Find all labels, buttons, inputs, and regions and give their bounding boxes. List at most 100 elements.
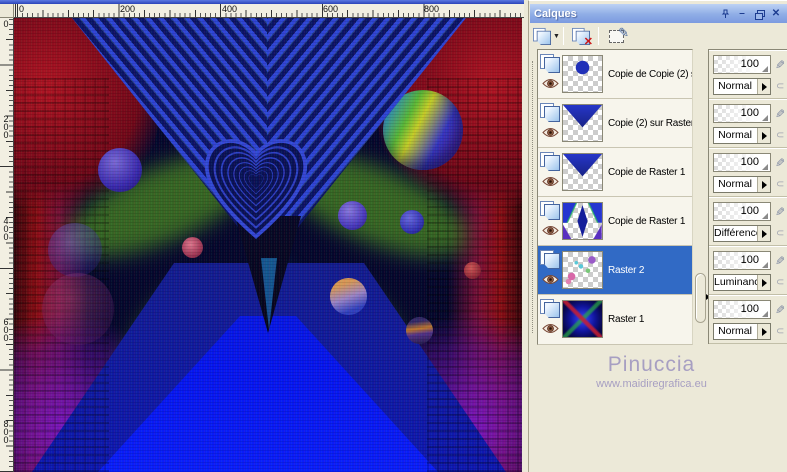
blend-dropdown-arrow[interactable] [757, 226, 770, 241]
layer-props-list: 100 ✎ Normal ⊂ 100 ✎ Normal ⊂ 100 ✎ Norm… [708, 49, 787, 344]
horizontal-ruler[interactable]: 0 200 400 600 800 [14, 4, 524, 18]
new-layer-button[interactable]: ▼ [533, 25, 560, 47]
restore-button[interactable] [752, 7, 766, 20]
layer-row[interactable]: Raster 1 [538, 295, 692, 344]
ruler-label: 400 [222, 4, 238, 14]
ruler-label: 200 [1, 114, 11, 138]
brush-lock-icon[interactable]: ✎ [775, 205, 785, 219]
opacity-value: 100 [740, 303, 759, 315]
blend-mode-value: Différence [714, 227, 762, 239]
blend-mode-value: Normal [718, 325, 752, 337]
toolbar-separator [598, 27, 599, 45]
ruler-label: 200 [120, 4, 136, 14]
visibility-eye-icon[interactable] [541, 176, 559, 187]
raster-layer-icon [540, 299, 560, 318]
horizontal-ruler-ticks [14, 4, 524, 17]
opacity-value: 100 [740, 107, 759, 119]
opacity-value: 100 [740, 156, 759, 168]
layer-thumbnail[interactable] [562, 153, 603, 191]
opacity-grip-icon[interactable] [762, 213, 768, 219]
layer-prop-row: 100 ✎ Luminance ⊂ [709, 246, 787, 295]
link-icon: ⊂ [776, 179, 785, 190]
layer-icon-column [538, 246, 562, 294]
blend-dropdown-arrow[interactable] [757, 177, 770, 192]
layer-row[interactable]: Copie de Raster 1 [538, 148, 692, 197]
chevron-down-icon: ▼ [553, 32, 560, 40]
opacity-grip-icon[interactable] [762, 311, 768, 317]
brush-lock-icon[interactable]: ✎ [775, 58, 785, 72]
pin-button[interactable] [718, 7, 732, 20]
layer-row[interactable]: Copie (2) sur Raster 1 [538, 99, 692, 148]
palette-toolbar: ▼ ✕ ✎ [530, 23, 787, 49]
watermark-name: Pinuccia [607, 353, 696, 376]
blend-mode-dropdown[interactable]: Normal [713, 78, 771, 95]
panel-splitter-handle[interactable] [695, 273, 706, 323]
blend-dropdown-arrow[interactable] [757, 324, 770, 339]
layer-thumbnail[interactable] [562, 251, 603, 289]
minimize-button[interactable]: – [735, 7, 749, 20]
brush-lock-icon[interactable]: ✎ [775, 254, 785, 268]
layer-tree-line [532, 61, 533, 333]
raster-layer-icon [540, 103, 560, 122]
layer-row[interactable]: Copie de Raster 1 [538, 197, 692, 246]
blend-dropdown-arrow[interactable] [757, 275, 770, 290]
ruler-label: 600 [323, 4, 339, 14]
visibility-eye-icon[interactable] [541, 127, 559, 138]
layer-name: Copie de Raster 1 [608, 166, 686, 178]
brush-lock-icon[interactable]: ✎ [775, 107, 785, 121]
opacity-slider[interactable]: 100 [713, 251, 771, 270]
ruler-label: 800 [1, 419, 11, 443]
opacity-grip-icon[interactable] [762, 66, 768, 72]
brush-lock-icon[interactable]: ✎ [775, 303, 785, 317]
opacity-value: 100 [740, 58, 759, 70]
link-icon: ⊂ [776, 130, 785, 141]
layer-name: Copie de Raster 1 [608, 215, 686, 227]
blend-mode-dropdown[interactable]: Normal [713, 127, 771, 144]
visibility-eye-icon[interactable] [541, 225, 559, 236]
layer-thumbnail[interactable] [562, 55, 603, 93]
visibility-eye-icon[interactable] [541, 78, 559, 89]
opacity-slider[interactable]: 100 [713, 300, 771, 319]
layer-thumbnail[interactable] [562, 104, 603, 142]
opacity-slider[interactable]: 100 [713, 202, 771, 221]
opacity-slider[interactable]: 100 [713, 55, 771, 74]
layer-row[interactable]: Raster 2 [538, 246, 692, 295]
ruler-label: 600 [1, 317, 11, 341]
opacity-grip-icon[interactable] [762, 115, 768, 121]
raster-layer-icon [540, 250, 560, 269]
layer-prop-row: 100 ✎ Normal ⊂ [709, 99, 787, 148]
layer-icon-column [538, 148, 562, 196]
layer-prop-row: 100 ✎ Différence ⊂ [709, 197, 787, 246]
layer-name: Raster 1 [608, 314, 645, 325]
layers-palette: Calques – ✕ ▼ ✕ ✎ Copie de Copie (2) su … [528, 0, 787, 472]
link-icon: ⊂ [776, 277, 785, 288]
blend-mode-dropdown[interactable]: Différence [713, 225, 771, 242]
visibility-eye-icon[interactable] [541, 323, 559, 334]
layer-thumbnail[interactable] [562, 202, 603, 240]
visibility-eye-icon[interactable] [541, 274, 559, 285]
layer-thumbnail[interactable] [562, 300, 603, 338]
blend-dropdown-arrow[interactable] [757, 128, 770, 143]
blend-mode-dropdown[interactable]: Normal [713, 323, 771, 340]
blend-mode-dropdown[interactable]: Luminance [713, 274, 771, 291]
blend-dropdown-arrow[interactable] [757, 79, 770, 94]
opacity-grip-icon[interactable] [762, 262, 768, 268]
image-window: 0 200 400 600 800 0 200 400 600 800 [0, 0, 524, 472]
link-icon: ⊂ [776, 326, 785, 337]
close-button[interactable]: ✕ [769, 7, 783, 20]
opacity-grip-icon[interactable] [762, 164, 768, 170]
blend-mode-dropdown[interactable]: Normal [713, 176, 771, 193]
opacity-slider[interactable]: 100 [713, 153, 771, 172]
delete-layer-button[interactable]: ✕ [568, 25, 594, 48]
ruler-label: 800 [424, 4, 440, 14]
palette-titlebar[interactable]: Calques – ✕ [530, 4, 787, 23]
watermark: Pinuccia www.maidiregrafica.eu [529, 353, 774, 390]
layer-prop-row: 100 ✎ Normal ⊂ [709, 148, 787, 197]
opacity-slider[interactable]: 100 [713, 104, 771, 123]
canvas-artwork[interactable] [14, 18, 522, 472]
layer-row[interactable]: Copie de Copie (2) su [538, 50, 692, 99]
vertical-ruler[interactable]: 0 200 400 600 800 [0, 18, 14, 472]
edit-selection-button[interactable]: ✎ [603, 25, 629, 47]
opacity-value: 100 [740, 205, 759, 217]
brush-lock-icon[interactable]: ✎ [775, 156, 785, 170]
